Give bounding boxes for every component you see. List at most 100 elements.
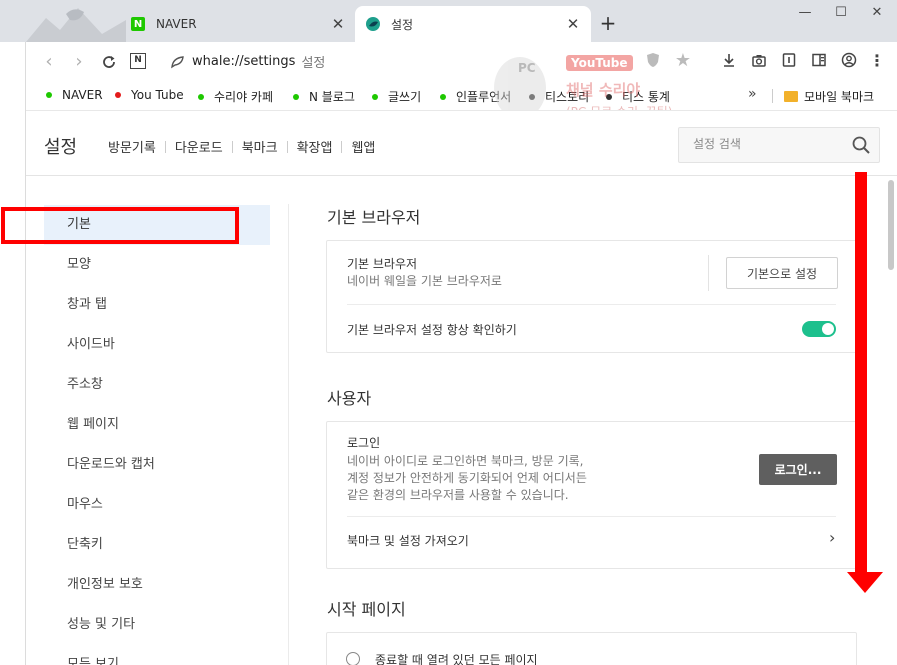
reader-icon[interactable]	[780, 52, 798, 70]
bookmark-influencer[interactable]: 인플루언서	[440, 88, 511, 105]
window-close-button[interactable]: ✕	[862, 4, 892, 24]
bookmark-tistory[interactable]: 티스토리	[529, 88, 589, 105]
row-divider	[347, 516, 836, 517]
sidebar-item-privacy[interactable]: 개인정보 보호	[44, 565, 270, 605]
search-input[interactable]	[693, 137, 843, 151]
sidebar-toggle-icon[interactable]	[810, 52, 828, 70]
toggle-knob	[822, 323, 834, 335]
bookmark-dot-icon	[115, 92, 121, 98]
scroll-down-arrow-icon	[847, 172, 883, 593]
default-browser-desc: 네이버 웨일을 기본 브라우저로	[347, 274, 502, 288]
close-icon[interactable]: ✕	[565, 16, 581, 32]
tab-label: NAVER	[156, 17, 197, 31]
bookmark-label: NAVER	[62, 88, 103, 102]
bookmark-youtube[interactable]: You Tube	[115, 88, 184, 102]
bookmark-label: 글쓰기	[388, 90, 422, 104]
sidebar-item-web-page[interactable]: 웹 페이지	[44, 405, 270, 445]
row-divider	[347, 304, 836, 305]
start-page-card: 종료할 때 열려 있던 모든 페이지	[326, 632, 857, 665]
sidebar-item-download-capture[interactable]: 다운로드와 캡처	[44, 445, 270, 485]
star-icon[interactable]: ★	[674, 52, 692, 70]
settings-header: 설정 방문기록 다운로드 북마크 확장앱 웹앱	[26, 110, 897, 176]
new-tab-button[interactable]: +	[598, 13, 618, 33]
folder-icon	[784, 91, 798, 102]
row-separator	[708, 255, 709, 291]
search-icon[interactable]	[851, 135, 871, 155]
more-menu-icon[interactable]: ⋮	[868, 52, 886, 70]
whale-icon	[366, 17, 380, 31]
scrollbar-thumb[interactable]	[888, 180, 894, 270]
url-suffix: 설정	[301, 56, 326, 71]
settings-search	[678, 127, 880, 163]
always-check-label: 기본 브라우저 설정 항상 확인하기	[347, 323, 517, 337]
download-icon[interactable]	[720, 52, 738, 70]
url-field[interactable]: whale://settings 설정	[170, 52, 325, 71]
section-title-user: 사용자	[327, 389, 372, 408]
naver-n-icon: N	[131, 17, 145, 31]
bookmark-tistory-stats[interactable]: 티스 통계	[606, 88, 670, 105]
bookmarks-bar: NAVER You Tube 수리야 카페 N 블로그 글쓰기 인플루언서 티스…	[26, 82, 897, 110]
bookmark-dot-icon	[293, 93, 299, 100]
sidebar-item-mouse[interactable]: 마우스	[44, 485, 270, 525]
nav-downloads[interactable]: 다운로드	[166, 137, 232, 156]
highlight-box	[1, 207, 239, 244]
tab-settings[interactable]: 설정 ✕	[355, 6, 591, 42]
login-desc-line-1: 네이버 아이디로 로그인하면 북마크, 방문 기록,	[347, 454, 584, 468]
user-card: 로그인 네이버 아이디로 로그인하면 북마크, 방문 기록, 계정 정보가 안전…	[326, 421, 857, 569]
sidebar-item-performance[interactable]: 성능 및 기타	[44, 605, 270, 645]
tab-strip-wallpaper	[26, 0, 126, 42]
start-option-label: 종료할 때 열려 있던 모든 페이지	[375, 653, 538, 665]
nav-webapps[interactable]: 웹앱	[342, 137, 384, 156]
shield-icon[interactable]	[644, 52, 662, 70]
sidebar-item-sidebar[interactable]: 사이드바	[44, 325, 270, 365]
forward-icon[interactable]: ›	[68, 51, 90, 73]
url-text: whale://settings	[192, 54, 296, 69]
bookmark-naver[interactable]: NAVER	[46, 88, 103, 102]
back-icon[interactable]: ‹	[38, 51, 60, 73]
default-browser-label: 기본 브라우저	[347, 257, 418, 271]
bookmark-dot-icon	[440, 93, 446, 100]
naver-shortcut-button[interactable]: N	[130, 53, 146, 69]
bookmark-dot-icon	[198, 93, 204, 100]
bookmark-blog[interactable]: N 블로그	[293, 88, 355, 105]
login-label: 로그인	[347, 436, 381, 450]
sidebar-item-address-bar[interactable]: 주소창	[44, 365, 270, 405]
import-bookmarks-label[interactable]: 북마크 및 설정 가져오기	[347, 532, 469, 549]
sidebar-item-windows-tabs[interactable]: 창과 탭	[44, 285, 270, 325]
bookmark-label: 수리야 카페	[214, 90, 274, 104]
bookmark-write[interactable]: 글쓰기	[372, 88, 421, 105]
close-icon[interactable]: ✕	[330, 16, 346, 32]
tab-strip: N NAVER ✕ 설정 ✕ + — ☐ ✕	[0, 0, 897, 42]
login-button[interactable]: 로그인...	[759, 454, 837, 485]
nav-history[interactable]: 방문기록	[108, 137, 165, 156]
sidebar-item-view-all[interactable]: 모든 보기	[44, 645, 270, 665]
reload-icon[interactable]	[98, 51, 120, 73]
profile-icon[interactable]	[840, 52, 858, 70]
section-title-default-browser: 기본 브라우저	[327, 208, 421, 227]
minimize-button[interactable]: —	[790, 4, 820, 24]
bookmark-dot-icon	[372, 93, 378, 100]
bookmark-dot-icon	[46, 92, 52, 98]
sidebar-item-appearance[interactable]: 모양	[44, 245, 270, 285]
bookmark-dot-icon	[606, 93, 612, 100]
bookmark-folder-mobile[interactable]: 모바일 북마크	[784, 88, 874, 105]
login-desc-line-3: 같은 환경의 브라우저를 사용할 수 있습니다.	[347, 488, 569, 502]
bookmarks-overflow-icon[interactable]: »	[748, 86, 757, 102]
bookmark-dot-icon	[529, 93, 535, 100]
nav-bookmarks[interactable]: 북마크	[233, 137, 287, 156]
set-default-button[interactable]: 기본으로 설정	[726, 257, 838, 289]
start-option-radio[interactable]	[346, 652, 360, 665]
nav-extensions[interactable]: 확장앱	[288, 137, 342, 156]
chevron-right-icon[interactable]: ›	[829, 528, 835, 547]
maximize-button[interactable]: ☐	[826, 4, 856, 24]
bookmark-suriya-cafe[interactable]: 수리야 카페	[198, 88, 273, 105]
settings-main: 기본 브라우저 기본 브라우저 네이버 웨일을 기본 브라우저로 기본으로 설정…	[289, 176, 889, 665]
settings-sidebar: 기본 모양 창과 탭 사이드바 주소창 웹 페이지 다운로드와 캡처 마우스 단…	[26, 176, 288, 665]
tab-naver[interactable]: N NAVER ✕	[120, 6, 356, 42]
default-browser-card: 기본 브라우저 네이버 웨일을 기본 브라우저로 기본으로 설정 기본 브라우저…	[326, 240, 857, 353]
always-check-toggle[interactable]	[802, 321, 836, 337]
camera-icon[interactable]	[750, 52, 768, 70]
sidebar-item-shortcuts[interactable]: 단축키	[44, 525, 270, 565]
bookmark-label: 티스 통계	[622, 90, 670, 104]
bookmark-label: 티스토리	[545, 90, 590, 104]
